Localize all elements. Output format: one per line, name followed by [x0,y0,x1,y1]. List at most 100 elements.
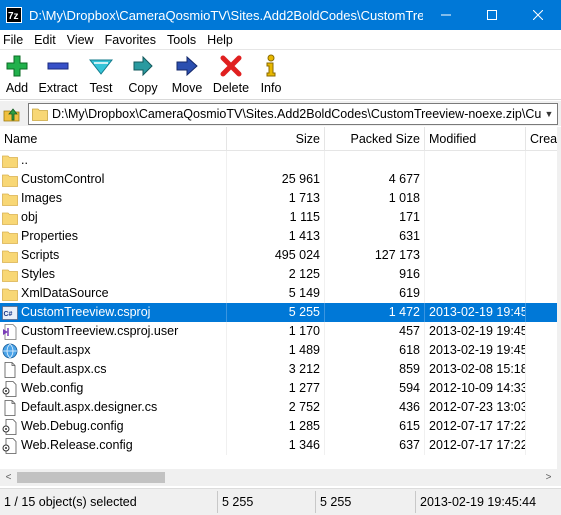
address-path: D:\My\Dropbox\CameraQosmioTV\Sites.Add2B… [52,107,541,121]
scroll-right-arrow-icon[interactable]: > [540,469,557,486]
folder-icon [2,267,18,283]
info-label: Info [260,81,282,95]
column-modified[interactable]: Modified [425,127,526,151]
file-name: obj [21,210,38,224]
cell-created [526,379,557,398]
folder-icon [2,248,18,264]
add-button[interactable]: Add [0,50,34,99]
cell-size: 5 255 [227,303,325,322]
cell-name: Web.config [0,379,227,398]
cell-created [526,265,557,284]
table-row[interactable]: Properties 1 413 631 [0,227,557,246]
delete-x-icon [220,55,242,77]
column-size[interactable]: Size [227,127,325,151]
file-name: Properties [21,229,78,243]
menu-view[interactable]: View [64,33,101,47]
table-row[interactable]: Default.aspx.cs 3 212 859 2013-02-08 15:18 [0,360,557,379]
horizontal-scrollbar[interactable]: < > [0,469,557,486]
cell-name: .. [0,151,227,170]
cell-created [526,284,557,303]
file-list: Name Size Packed Size Modified Created .… [0,127,557,471]
chevron-down-icon[interactable]: ▼ [541,109,557,119]
cell-created [526,322,557,341]
cell-packed-size: 619 [325,284,425,303]
column-created[interactable]: Created [526,127,557,151]
cell-modified [425,227,526,246]
folder-icon [2,286,18,302]
cell-size: 1 346 [227,436,325,455]
cell-packed-size: 127 173 [325,246,425,265]
toolbar: Add Extract Test Copy Move Delete Info [0,49,561,100]
extract-button[interactable]: Extract [34,50,82,99]
close-button[interactable] [515,0,561,30]
up-folder-button[interactable] [1,103,23,125]
minimize-button[interactable] [423,0,469,30]
maximize-button[interactable] [469,0,515,30]
table-row[interactable]: obj 1 115 171 [0,208,557,227]
menu-favorites[interactable]: Favorites [102,33,163,47]
table-row[interactable]: .. [0,151,557,170]
table-row[interactable]: Web.Debug.config 1 285 615 2012-07-17 17:22 [0,417,557,436]
address-field[interactable]: D:\My\Dropbox\CameraQosmioTV\Sites.Add2B… [28,103,558,125]
maximize-icon [487,10,497,20]
cell-name: Default.aspx.designer.cs [0,398,227,417]
scroll-left-arrow-icon[interactable]: < [0,469,17,486]
minus-icon [47,62,69,70]
cell-modified: 2013-02-19 19:45 [425,341,526,360]
table-row[interactable]: Images 1 713 1 018 [0,189,557,208]
table-row[interactable]: Web.config 1 277 594 2012-10-09 14:33 [0,379,557,398]
config-file-icon [2,380,18,397]
scrollbar-thumb[interactable] [17,472,165,483]
plus-icon [6,55,28,77]
cell-created [526,360,557,379]
cell-packed-size [325,151,425,170]
column-name[interactable]: Name [0,127,227,151]
menu-edit[interactable]: Edit [31,33,63,47]
file-name: Scripts [21,248,60,262]
table-row[interactable]: Scripts 495 024 127 173 [0,246,557,265]
cell-created [526,227,557,246]
cell-size: 2 125 [227,265,325,284]
cell-size: 3 212 [227,360,325,379]
move-button[interactable]: Move [166,50,208,99]
info-button[interactable]: Info [254,50,288,99]
cell-modified: 2012-07-17 17:22 [425,436,526,455]
table-row[interactable]: CustomTreeview.csproj.user 1 170 457 2013-0… [0,322,557,341]
copy-label: Copy [128,81,158,95]
folder-icon [2,229,18,245]
column-packed-size[interactable]: Packed Size [325,127,425,151]
delete-button[interactable]: Delete [208,50,254,99]
7zip-app-icon[interactable]: 7z [6,7,22,23]
cell-created [526,436,557,455]
cell-created [526,151,557,170]
test-button[interactable]: Test [82,50,120,99]
cell-created [526,208,557,227]
menu-tools[interactable]: Tools [164,33,203,47]
table-row[interactable]: XmlDataSource 5 149 619 [0,284,557,303]
cell-packed-size: 1 018 [325,189,425,208]
menu-help[interactable]: Help [204,33,240,47]
cell-name: C# CustomTreeview.csproj [0,303,227,322]
copy-button[interactable]: Copy [120,50,166,99]
file-name: Default.aspx.designer.cs [21,400,158,414]
config-file-icon [2,418,18,435]
table-row[interactable]: Styles 2 125 916 [0,265,557,284]
cell-created [526,398,557,417]
cell-name: Default.aspx [0,341,227,360]
file-name: .. [21,153,28,167]
list-header: Name Size Packed Size Modified Created [0,127,557,151]
cell-modified [425,189,526,208]
menu-file[interactable]: File [0,33,30,47]
cell-size: 5 149 [227,284,325,303]
table-row[interactable]: Default.aspx 1 489 618 2013-02-19 19:45 [0,341,557,360]
folder-icon [32,108,48,121]
table-row[interactable]: C# CustomTreeview.csproj 5 255 1 472 2013-02… [0,303,557,322]
cell-packed-size: 916 [325,265,425,284]
cell-name: CustomTreeview.csproj.user [0,322,227,341]
table-row[interactable]: Default.aspx.designer.cs 2 752 436 2012-07-… [0,398,557,417]
table-row[interactable]: Web.Release.config 1 346 637 2012-07-17 17:… [0,436,557,455]
cell-modified: 2013-02-08 15:18 [425,360,526,379]
menu-bar: File Edit View Favorites Tools Help [0,30,561,49]
table-row[interactable]: CustomControl 25 961 4 677 [0,170,557,189]
file-name: XmlDataSource [21,286,109,300]
